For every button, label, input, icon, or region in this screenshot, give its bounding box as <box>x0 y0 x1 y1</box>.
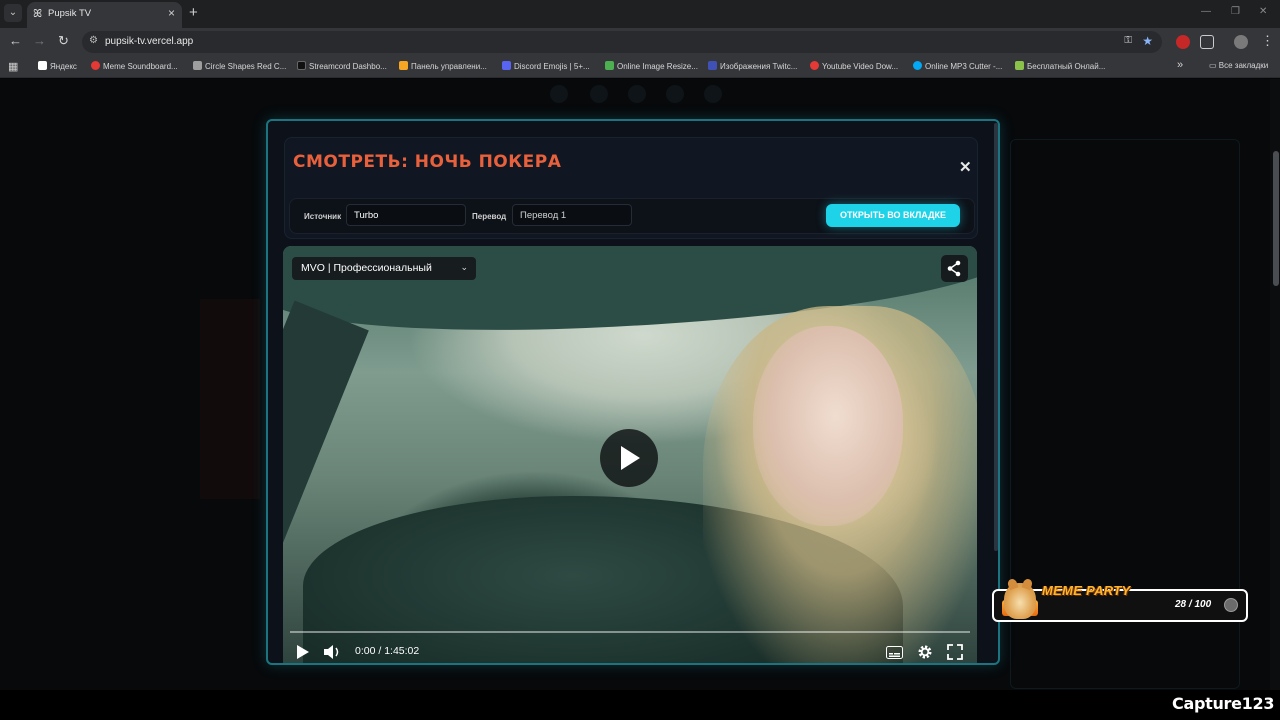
page-content: СМОТРЕТЬ: НОЧЬ ПОКЕРА ✕ Источник Turbo П… <box>0 79 1280 690</box>
tab-favicon-icon: ꕤ <box>33 8 43 20</box>
new-tab-icon[interactable]: + <box>189 4 198 21</box>
bookmark-item[interactable]: Панель управлени... <box>399 61 487 71</box>
more-bookmarks-icon[interactable]: » <box>1177 59 1183 71</box>
tab-close-icon[interactable]: × <box>168 6 175 20</box>
meme-party-count: 28 / 100 <box>1175 599 1212 610</box>
settings-gear-icon[interactable] <box>917 644 933 660</box>
bookmark-favicon-icon <box>502 61 511 70</box>
open-in-tab-button[interactable]: ОТКРЫТЬ ВО ВКЛАДКЕ <box>826 204 960 227</box>
player-controls-bar: Источник Turbo Перевод Перевод 1 ОТКРЫТЬ… <box>289 198 975 234</box>
tab-search-icon[interactable]: ⌄ <box>4 4 22 22</box>
bookmark-favicon-icon <box>399 61 408 70</box>
bookmark-favicon-icon <box>91 61 100 70</box>
meme-party-widget[interactable]: MEME PARTY 28 / 100 <box>992 583 1248 622</box>
modal-title: СМОТРЕТЬ: НОЧЬ ПОКЕРА <box>293 152 562 172</box>
background-dot <box>666 85 684 103</box>
extension-red-icon[interactable] <box>1176 35 1190 49</box>
bookmark-item[interactable]: Discord Emojis | 5+... <box>502 61 590 71</box>
bookmark-item[interactable]: Изображения Twitc... <box>708 61 797 71</box>
play-icon <box>621 446 640 470</box>
big-play-button[interactable] <box>600 429 658 487</box>
chevron-down-icon: ⌄ <box>460 262 468 272</box>
video-player[interactable]: MVO | Профессиональный ⌄ 0:00 / 1:45:02 <box>283 246 977 663</box>
time-display: 0:00 / 1:45:02 <box>355 645 420 657</box>
background-dot <box>628 85 646 103</box>
reload-icon[interactable]: ↻ <box>58 33 69 49</box>
bookmark-item[interactable]: Online Image Resize... <box>605 61 698 71</box>
doge-icon <box>1004 583 1036 619</box>
watch-modal: СМОТРЕТЬ: НОЧЬ ПОКЕРА ✕ Источник Turbo П… <box>266 119 1000 665</box>
voice-over-value: MVO | Профессиональный <box>301 262 432 274</box>
url-text: pupsik-tv.vercel.app <box>105 36 194 47</box>
bookmark-item[interactable]: Circle Shapes Red C... <box>193 61 286 71</box>
bookmark-item[interactable]: Яндекс <box>38 61 77 71</box>
translation-select[interactable]: Перевод 1 <box>512 204 632 226</box>
bookmark-favicon-icon <box>38 61 47 70</box>
bookmark-favicon-icon <box>708 61 717 70</box>
video-frame-face <box>753 326 903 526</box>
minimize-icon[interactable]: — <box>1201 6 1211 17</box>
bookmark-item[interactable]: Online MP3 Cutter -... <box>913 61 1002 71</box>
share-button[interactable] <box>941 255 968 282</box>
bookmark-favicon-icon <box>810 61 819 70</box>
bookmark-item[interactable]: Streamcord Dashbo... <box>297 61 387 71</box>
browser-tab[interactable]: ꕤ Pupsik TV × <box>27 2 182 28</box>
share-icon <box>947 260 961 277</box>
window-close-icon[interactable]: ✕ <box>1259 6 1267 17</box>
fullscreen-icon[interactable] <box>947 644 963 660</box>
page-scrollbar-thumb[interactable] <box>1273 151 1279 286</box>
bookmark-favicon-icon <box>1015 61 1024 70</box>
source-label: Источник <box>304 212 342 221</box>
folder-icon: ▭ <box>1209 61 1219 70</box>
background-dot <box>590 85 608 103</box>
close-icon[interactable]: ✕ <box>959 158 972 176</box>
source-select[interactable]: Turbo <box>346 204 466 226</box>
forward-icon[interactable]: → <box>33 33 46 48</box>
bookmark-item[interactable]: Meme Soundboard... <box>91 61 178 71</box>
bookmark-favicon-icon <box>297 61 306 70</box>
profile-avatar[interactable] <box>1234 35 1248 49</box>
password-key-icon[interactable]: ⚿ <box>1124 35 1132 46</box>
site-info-icon[interactable]: ⚙ <box>89 35 98 46</box>
apps-grid-icon[interactable]: ▦ <box>8 60 18 73</box>
play-icon[interactable] <box>296 644 310 660</box>
browser-toolbar: ← → ↻ ⚙ pupsik-tv.vercel.app ⚿ ★ ⋮ <box>0 28 1280 56</box>
bookmark-item[interactable]: Бесплатный Онлай... <box>1015 61 1105 71</box>
voice-over-select[interactable]: MVO | Профессиональный ⌄ <box>292 257 476 280</box>
back-icon[interactable]: ← <box>9 33 22 48</box>
bookmarks-bar: ▦ Яндекс Meme Soundboard... Circle Shape… <box>0 56 1280 78</box>
bottom-strip <box>0 690 1280 720</box>
background-dot <box>550 85 568 103</box>
bookmark-favicon-icon <box>193 61 202 70</box>
background-poster <box>200 299 260 499</box>
subtitles-icon[interactable] <box>886 646 903 659</box>
address-bar[interactable]: ⚙ pupsik-tv.vercel.app ⚿ ★ <box>82 31 1162 53</box>
extensions-puzzle-icon[interactable] <box>1200 35 1214 49</box>
background-dot <box>704 85 722 103</box>
bookmark-favicon-icon <box>605 61 614 70</box>
volume-icon[interactable] <box>323 644 341 660</box>
coin-icon <box>1224 598 1238 612</box>
modal-scrollbar[interactable] <box>994 123 998 551</box>
video-frame-car-pillar <box>283 300 369 572</box>
restore-icon[interactable]: ❐ <box>1231 6 1240 17</box>
translation-label: Перевод <box>472 212 507 221</box>
tab-title: Pupsik TV <box>48 8 92 19</box>
browser-tab-bar: ⌄ ꕤ Pupsik TV × + — ❐ ✕ <box>0 0 1280 28</box>
watermark-text: Capture123 12 <box>1172 694 1280 713</box>
menu-kebab-icon[interactable]: ⋮ <box>1261 33 1274 49</box>
progress-bar[interactable] <box>290 631 970 633</box>
meme-party-title: MEME PARTY <box>1042 583 1131 598</box>
bookmark-item[interactable]: Youtube Video Dow... <box>810 61 898 71</box>
bookmark-favicon-icon <box>913 61 922 70</box>
bookmark-star-icon[interactable]: ★ <box>1142 34 1153 48</box>
modal-header: СМОТРЕТЬ: НОЧЬ ПОКЕРА ✕ Источник Turbo П… <box>284 137 978 239</box>
all-bookmarks[interactable]: ▭ Все закладки <box>1209 61 1268 70</box>
